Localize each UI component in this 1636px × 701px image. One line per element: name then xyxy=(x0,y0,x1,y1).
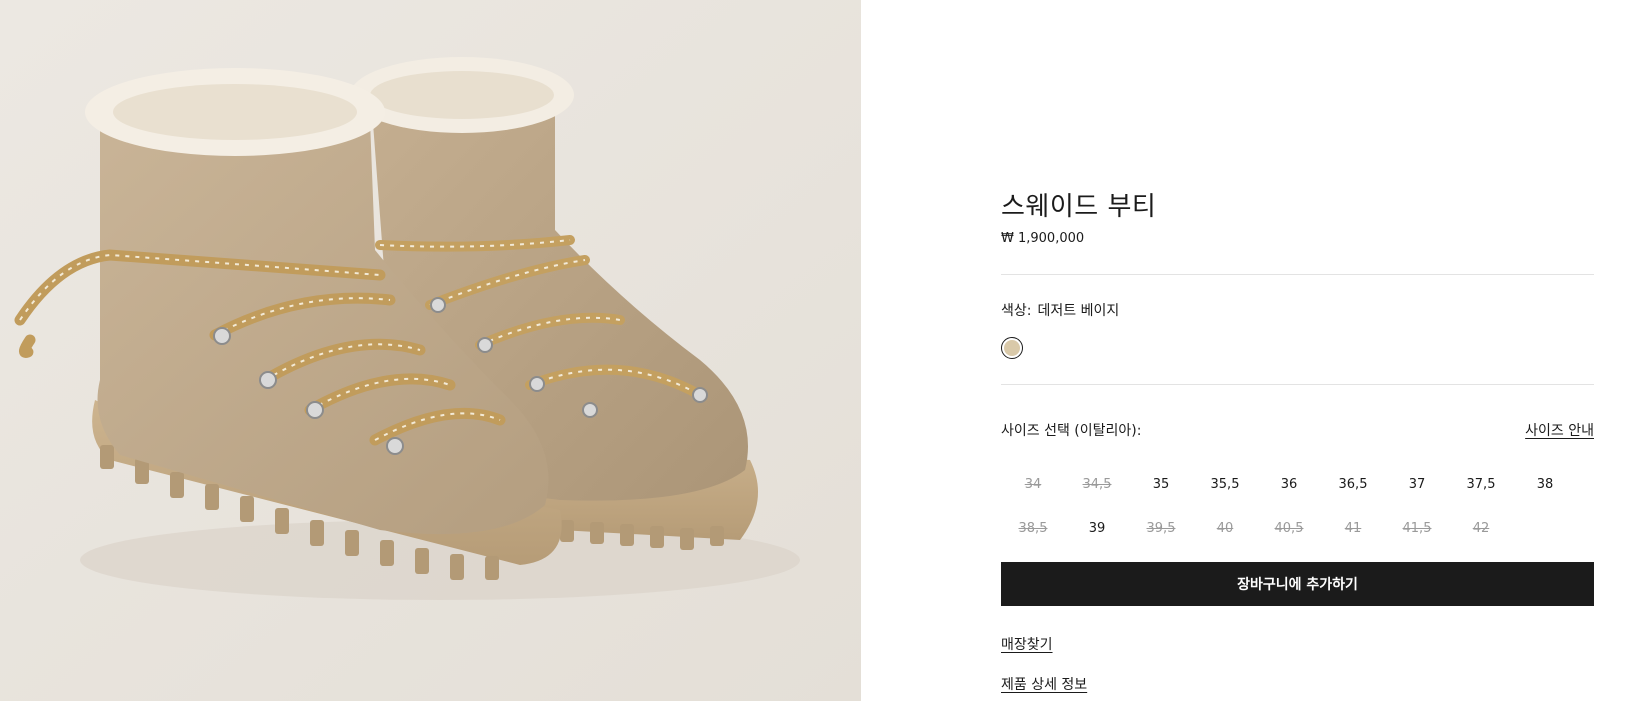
divider xyxy=(1001,384,1594,385)
color-swatch-desert-beige[interactable] xyxy=(1001,337,1023,359)
size-select-label: 사이즈 선택 (이탈리아): xyxy=(1001,423,1142,439)
size-option[interactable]: 38 xyxy=(1513,477,1577,492)
size-option[interactable]: 36,5 xyxy=(1321,477,1385,492)
store-finder-link[interactable]: 매장찾기 xyxy=(1001,634,1053,654)
size-option[interactable]: 40 xyxy=(1193,521,1257,536)
swatch-fill xyxy=(1004,340,1020,356)
size-row: 38,5 39 39,5 40 40,5 41 41,5 42 xyxy=(1001,506,1594,550)
size-option[interactable]: 39,5 xyxy=(1129,521,1193,536)
product-details: 스웨이드 부티 ₩ 1,900,000 색상: 데저트 베이지 사이즈 선택 (이… xyxy=(1001,0,1594,701)
size-option[interactable]: 37,5 xyxy=(1449,477,1513,492)
size-option[interactable]: 34,5 xyxy=(1065,477,1129,492)
size-option[interactable]: 37 xyxy=(1385,477,1449,492)
size-option[interactable]: 41 xyxy=(1321,521,1385,536)
product-price: ₩ 1,900,000 xyxy=(1001,231,1085,246)
size-option[interactable]: 35,5 xyxy=(1193,477,1257,492)
product-page: 스웨이드 부티 ₩ 1,900,000 색상: 데저트 베이지 사이즈 선택 (이… xyxy=(0,0,1636,701)
size-option[interactable]: 35 xyxy=(1129,477,1193,492)
product-details-link[interactable]: 제품 상세 정보 xyxy=(1001,674,1087,694)
size-selector: 34 34,5 35 35,5 36 36,5 37 37,5 38 38,5 39 39,5 40 40… xyxy=(1001,462,1594,550)
size-option[interactable]: 38,5 xyxy=(1001,521,1065,536)
divider xyxy=(1001,274,1594,275)
size-option[interactable]: 34 xyxy=(1001,477,1065,492)
add-to-cart-button[interactable]: 장바구니에 추가하기 xyxy=(1001,562,1594,606)
size-guide-link[interactable]: 사이즈 안내 xyxy=(1525,420,1594,440)
color-row: 색상: 데저트 베이지 xyxy=(1001,300,1119,320)
size-option[interactable]: 42 xyxy=(1449,521,1513,536)
size-option[interactable]: 40,5 xyxy=(1257,521,1321,536)
size-option[interactable]: 41,5 xyxy=(1385,521,1449,536)
suede-booties-photo xyxy=(0,0,861,701)
color-label: 색상: xyxy=(1001,303,1032,319)
product-image[interactable] xyxy=(0,0,861,701)
size-option[interactable]: 39 xyxy=(1065,521,1129,536)
size-row: 34 34,5 35 35,5 36 36,5 37 37,5 38 xyxy=(1001,462,1594,506)
color-value: 데저트 베이지 xyxy=(1037,303,1120,319)
size-option[interactable]: 36 xyxy=(1257,477,1321,492)
product-title: 스웨이드 부티 xyxy=(1001,192,1157,222)
